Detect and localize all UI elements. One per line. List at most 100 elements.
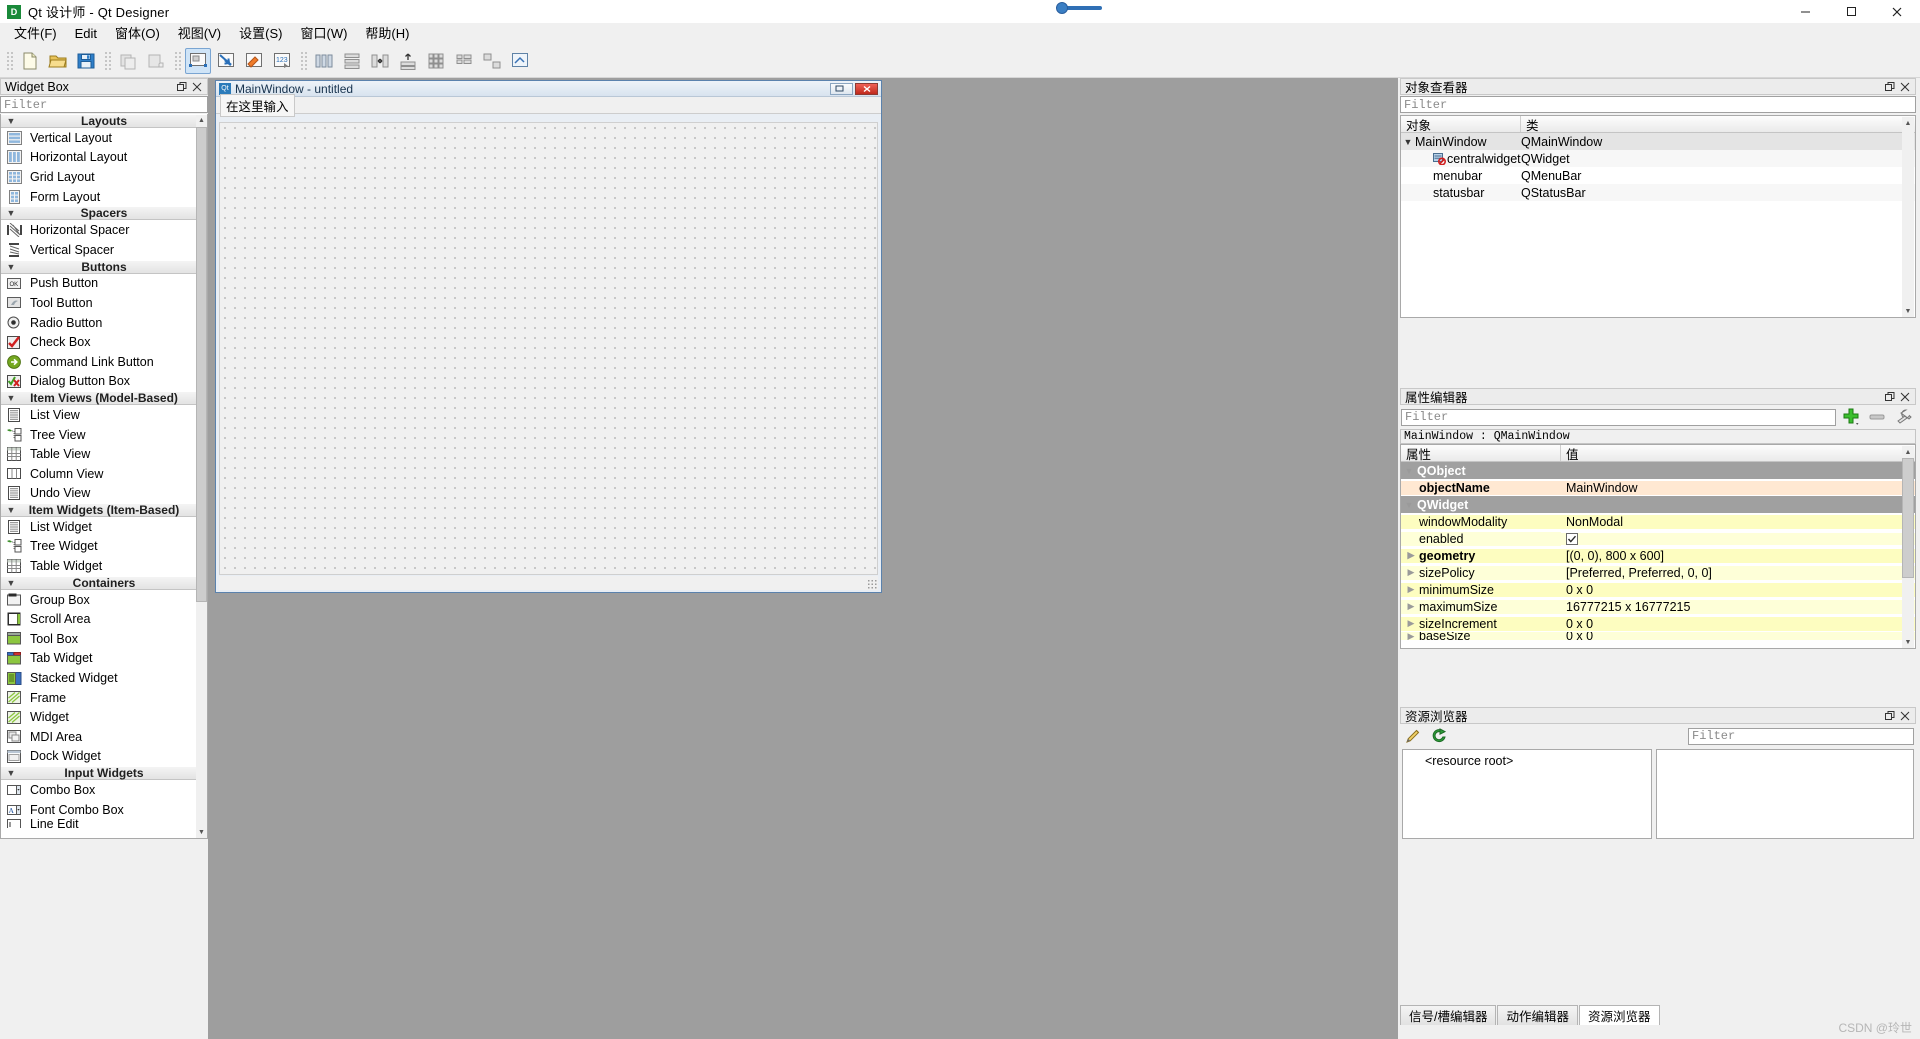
- table-row[interactable]: centralwidget QWidget: [1401, 150, 1915, 167]
- scroll-thumb[interactable]: [196, 127, 207, 602]
- resource-preview[interactable]: [1656, 749, 1914, 839]
- form-menu-placeholder[interactable]: 在这里输入: [220, 93, 295, 117]
- resource-root-item[interactable]: <resource root>: [1403, 750, 1651, 768]
- toolbar-grip-3[interactable]: [173, 50, 181, 72]
- table-row[interactable]: menubar QMenuBar: [1401, 167, 1915, 184]
- table-row[interactable]: statusbar QStatusBar: [1401, 184, 1915, 201]
- form-menu-bar[interactable]: 在这里输入: [216, 93, 881, 117]
- widget-category-buttons[interactable]: ▼ Buttons: [1, 259, 207, 274]
- widget-item-horizontal-spacer[interactable]: Horizontal Spacer: [1, 220, 207, 240]
- widget-item-horizontal-layout[interactable]: Horizontal Layout: [1, 147, 207, 168]
- widget-item-command-link-button[interactable]: Command Link Button: [1, 351, 207, 372]
- chevron-right-icon[interactable]: ▶: [1403, 584, 1419, 595]
- widget-item-dialog-button-box[interactable]: Dialog Button Box: [1, 371, 207, 392]
- widget-item-undo-view[interactable]: Undo View: [1, 483, 207, 504]
- resource-tree[interactable]: <resource root>: [1402, 749, 1652, 839]
- widget-category-layouts[interactable]: ▼ Layouts: [1, 114, 207, 128]
- property-value[interactable]: [Preferred, Preferred, 0, 0]: [1561, 565, 1915, 580]
- chevron-right-icon[interactable]: ▶: [1403, 632, 1419, 640]
- property-value[interactable]: MainWindow: [1561, 480, 1915, 495]
- layout-vertically-icon[interactable]: [339, 48, 365, 74]
- save-icon[interactable]: [73, 48, 99, 74]
- new-file-icon[interactable]: [17, 48, 43, 74]
- property-group-row[interactable]: ▼ QWidget: [1401, 496, 1915, 513]
- scroll-down-icon[interactable]: ▼: [196, 827, 207, 838]
- form-resize-grip[interactable]: [867, 579, 877, 589]
- widget-category-item-widgets[interactable]: ▼ Item Widgets (Item-Based): [1, 503, 207, 518]
- menu-view[interactable]: 视图(V): [169, 24, 230, 44]
- menu-form[interactable]: 窗体(O): [106, 24, 169, 44]
- widget-box-list[interactable]: ▼ Layouts Vertical Layout Horizontal Lay…: [0, 114, 208, 839]
- form-central-widget[interactable]: [219, 122, 878, 575]
- form-window[interactable]: Qt MainWindow - untitled 在这里输入: [215, 80, 882, 593]
- property-filter-input[interactable]: Filter: [1401, 408, 1836, 426]
- widget-item-tree-view[interactable]: Tree View: [1, 424, 207, 445]
- widget-item-list-widget[interactable]: List Widget: [1, 517, 207, 537]
- widget-box-scrollbar[interactable]: ▲ ▼: [196, 115, 207, 838]
- widget-item-group-box[interactable]: Group Box: [1, 589, 207, 610]
- resource-browser-float-button[interactable]: [1883, 709, 1896, 722]
- title-slider-widget[interactable]: [1050, 1, 1110, 15]
- tab-signal-slot-editor[interactable]: 信号/槽编辑器: [1400, 1005, 1497, 1025]
- widget-item-vertical-spacer[interactable]: Vertical Spacer: [1, 239, 207, 260]
- menu-help[interactable]: 帮助(H): [356, 24, 418, 44]
- menu-settings[interactable]: 设置(S): [230, 24, 291, 44]
- minimize-button[interactable]: [1782, 0, 1828, 23]
- property-row[interactable]: ▶ maximumSize 16777215 x 16777215: [1401, 598, 1915, 615]
- property-row[interactable]: ▶ geometry [(0, 0), 800 x 600]: [1401, 547, 1915, 564]
- table-row[interactable]: ▼ MainWindow QMainWindow: [1401, 133, 1915, 150]
- property-editor-float-button[interactable]: [1883, 390, 1896, 403]
- property-value[interactable]: [(0, 0), 800 x 600]: [1561, 548, 1915, 563]
- chevron-down-icon[interactable]: ▼: [1401, 466, 1417, 476]
- property-value-checkbox[interactable]: [1561, 532, 1915, 545]
- maximize-button[interactable]: [1828, 0, 1874, 23]
- property-value[interactable]: 0 x 0: [1561, 616, 1915, 631]
- property-group-row[interactable]: ▼ QObject: [1401, 462, 1915, 479]
- scroll-thumb[interactable]: [1902, 458, 1914, 578]
- menu-window[interactable]: 窗口(W): [291, 24, 356, 44]
- layout-splitter-v-icon[interactable]: [395, 48, 421, 74]
- close-button[interactable]: [1874, 0, 1920, 23]
- widget-item-line-edit[interactable]: Line Edit: [1, 819, 207, 829]
- widget-item-combo-box[interactable]: Combo Box: [1, 780, 207, 800]
- scroll-down-icon[interactable]: ▼: [1902, 636, 1914, 648]
- menu-edit[interactable]: Edit: [66, 24, 106, 44]
- redo-icon[interactable]: [143, 48, 169, 74]
- chevron-right-icon[interactable]: ▶: [1403, 567, 1419, 578]
- edit-signals-slots-icon[interactable]: [213, 48, 239, 74]
- widget-category-item-views[interactable]: ▼ Item Views (Model-Based): [1, 391, 207, 406]
- property-row[interactable]: objectName MainWindow: [1401, 479, 1915, 496]
- property-value[interactable]: 0 x 0: [1561, 582, 1915, 597]
- widget-category-input-widgets[interactable]: ▼ Input Widgets: [1, 766, 207, 781]
- form-restore-button[interactable]: [830, 82, 853, 95]
- widget-item-scroll-area[interactable]: Scroll Area: [1, 609, 207, 630]
- toolbar-grip[interactable]: [5, 50, 13, 72]
- widget-item-tree-widget[interactable]: Tree Widget: [1, 536, 207, 557]
- tab-action-editor[interactable]: 动作编辑器: [1497, 1005, 1578, 1025]
- widget-item-radio-button[interactable]: Radio Button: [1, 312, 207, 333]
- object-inspector-float-button[interactable]: [1883, 80, 1896, 93]
- widget-item-table-view[interactable]: Table View: [1, 444, 207, 464]
- chevron-right-icon[interactable]: ▶: [1403, 601, 1419, 612]
- object-tree-body[interactable]: ▼ MainWindow QMainWindow centralwidget Q…: [1401, 133, 1915, 316]
- property-value[interactable]: 0 x 0: [1561, 632, 1915, 640]
- undo-icon[interactable]: [115, 48, 141, 74]
- widget-item-tab-widget[interactable]: Tab Widget: [1, 648, 207, 669]
- break-layout-icon[interactable]: [479, 48, 505, 74]
- widget-category-containers[interactable]: ▼ Containers: [1, 575, 207, 590]
- property-row[interactable]: windowModality NonModal: [1401, 513, 1915, 530]
- property-row[interactable]: enabled: [1401, 530, 1915, 547]
- widget-item-font-combo-box[interactable]: A Font Combo Box: [1, 799, 207, 820]
- menu-file[interactable]: 文件(F): [5, 24, 66, 44]
- property-table-body[interactable]: ▼ QObject objectName MainWindow ▼ QWidget …: [1401, 462, 1915, 648]
- widget-item-form-layout[interactable]: Form Layout: [1, 186, 207, 207]
- scroll-down-icon[interactable]: ▼: [1902, 305, 1914, 317]
- chevron-down-icon[interactable]: ▼: [1401, 137, 1415, 147]
- edit-tab-order-icon[interactable]: 123: [269, 48, 295, 74]
- chevron-right-icon[interactable]: ▶: [1403, 618, 1419, 629]
- remove-property-icon[interactable]: [1866, 408, 1888, 426]
- property-row[interactable]: ▶ minimumSize 0 x 0: [1401, 581, 1915, 598]
- resource-filter-input[interactable]: Filter: [1688, 727, 1914, 745]
- widget-item-tool-button[interactable]: Tool Button: [1, 293, 207, 313]
- layout-splitter-h-icon[interactable]: [367, 48, 393, 74]
